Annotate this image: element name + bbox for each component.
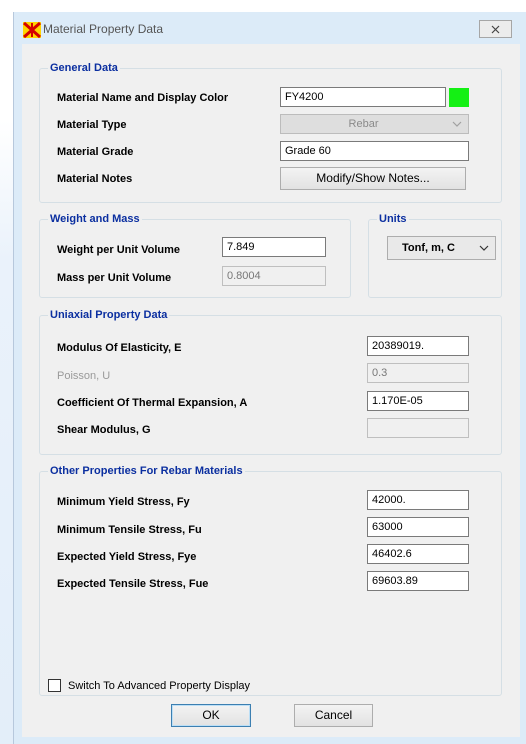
min-yield-stress-label: Minimum Yield Stress, Fy [57,496,190,508]
weight-per-volume-input[interactable]: 7.849 [222,237,326,257]
expected-tensile-stress-input[interactable]: 69603.89 [367,571,469,591]
units-select[interactable]: Tonf, m, C [387,236,496,260]
rebar-properties-group: Other Properties For Rebar Materials Min… [39,464,502,696]
etabs-app-icon [23,22,41,38]
units-title: Units [377,212,409,226]
weight-mass-group: Weight and Mass Weight per Unit Volume 7… [39,212,351,298]
expected-yield-stress-label: Expected Yield Stress, Fye [57,551,197,563]
advanced-display-checkbox[interactable] [48,679,61,692]
modulus-elasticity-input[interactable]: 20389019. [367,336,469,356]
title-bar: Material Property Data [14,12,526,44]
thermal-expansion-label: Coefficient Of Thermal Expansion, A [57,397,248,409]
material-type-select: Rebar [280,114,469,134]
close-button[interactable] [479,20,512,38]
material-notes-label: Material Notes [57,173,133,185]
expected-yield-stress-input[interactable]: 46402.6 [367,544,469,564]
cancel-button[interactable]: Cancel [294,704,373,727]
material-type-value: Rebar [348,118,379,130]
expected-tensile-stress-label: Expected Tensile Stress, Fue [57,578,209,590]
uniaxial-property-group: Uniaxial Property Data Modulus Of Elasti… [39,308,502,455]
general-data-group: General Data Material Name and Display C… [39,61,502,203]
modify-show-notes-button[interactable]: Modify/Show Notes... [280,167,466,190]
weight-per-volume-label: Weight per Unit Volume [57,244,181,256]
units-group: Units Tonf, m, C [368,212,502,298]
material-type-label: Material Type [57,119,127,131]
close-x-icon [491,25,500,33]
shear-modulus-label: Shear Modulus, G [57,424,151,436]
modulus-elasticity-label: Modulus Of Elasticity, E [57,342,182,354]
general-data-title: General Data [48,61,120,75]
material-grade-label: Material Grade [57,146,134,158]
dialog-body: General Data Material Name and Display C… [22,44,520,737]
advanced-display-label: Switch To Advanced Property Display [68,680,250,692]
uniaxial-property-title: Uniaxial Property Data [48,308,170,322]
min-yield-stress-input[interactable]: 42000. [367,490,469,510]
mass-per-volume-input: 0.8004 [222,266,326,286]
desktop-background [0,0,14,744]
display-color-swatch[interactable] [449,88,469,107]
poisson-input: 0.3 [367,363,469,383]
ok-button[interactable]: OK [171,704,251,727]
rebar-properties-title: Other Properties For Rebar Materials [48,464,245,478]
units-value: Tonf, m, C [402,242,455,254]
shear-modulus-input [367,418,469,438]
material-name-input[interactable]: FY4200 [280,87,446,107]
poisson-label: Poisson, U [57,370,111,382]
weight-mass-title: Weight and Mass [48,212,142,226]
min-tensile-stress-label: Minimum Tensile Stress, Fu [57,524,202,536]
thermal-expansion-input[interactable]: 1.170E-05 [367,391,469,411]
min-tensile-stress-input[interactable]: 63000 [367,517,469,537]
material-property-dialog: Material Property Data General Data Mate… [14,12,526,744]
material-name-label: Material Name and Display Color [57,92,229,104]
mass-per-volume-label: Mass per Unit Volume [57,272,172,284]
chevron-down-icon [452,121,462,127]
chevron-down-icon [479,245,489,251]
dialog-title: Material Property Data [43,22,164,36]
material-grade-input[interactable]: Grade 60 [280,141,469,161]
